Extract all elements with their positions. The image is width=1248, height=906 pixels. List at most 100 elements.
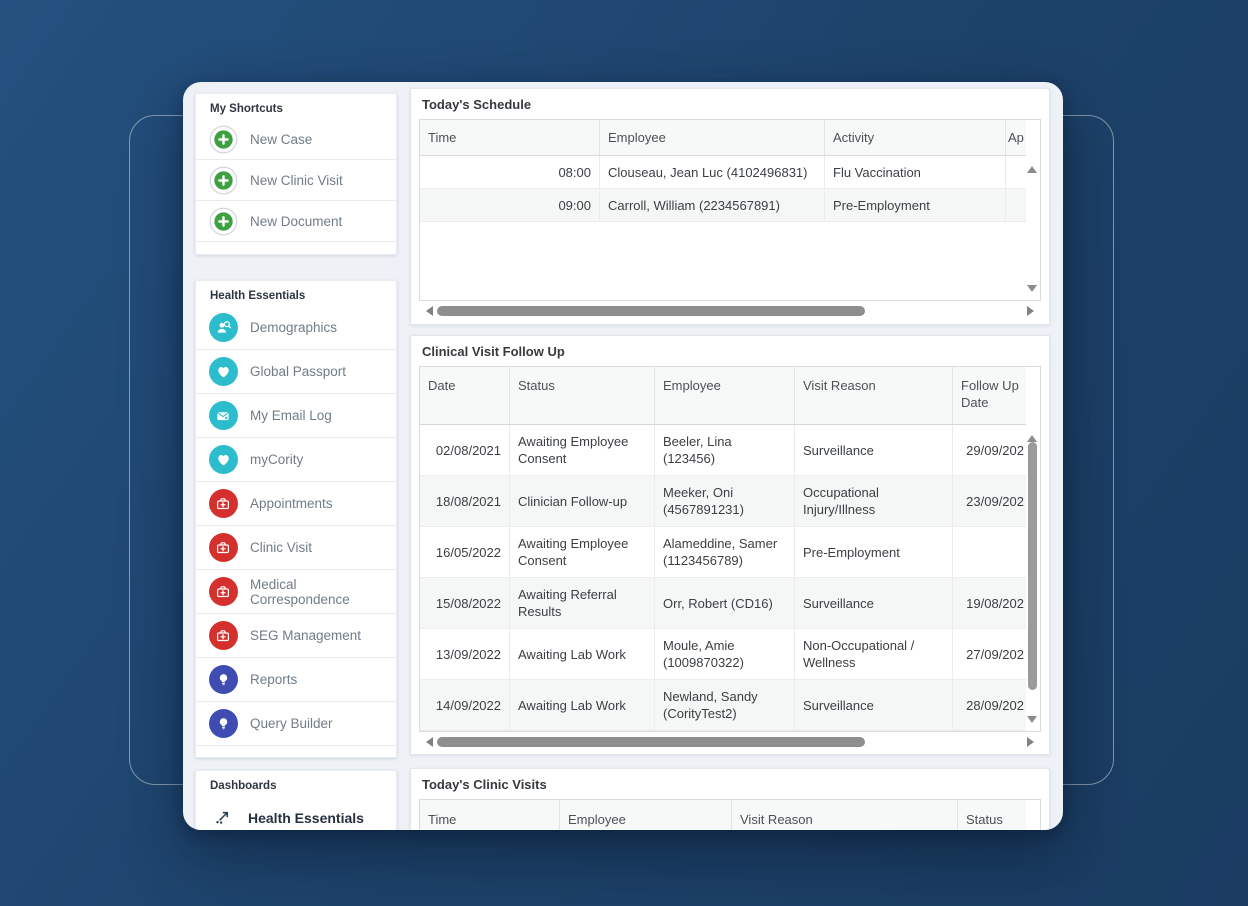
cell-employee: Alameddine, Samer (1123456789) <box>655 527 795 578</box>
sidebar-item-demographics[interactable]: Demographics <box>196 306 396 350</box>
column-header-status[interactable]: Status <box>510 367 655 425</box>
column-header-visit-reason[interactable]: Visit Reason <box>795 367 953 425</box>
panel-todays-clinic-visits: Today's Clinic Visits Time Employee Visi… <box>410 768 1050 830</box>
column-header-visit-reason[interactable]: Visit Reason <box>732 800 958 830</box>
cell-visit-reason: Occupational Injury/Illness <box>795 476 953 527</box>
cell-follow-up-date: 28/09/202 <box>953 680 1026 731</box>
sidebar-item-new-case[interactable]: New Case <box>196 119 396 160</box>
cell-date: 18/08/2021 <box>420 476 510 527</box>
shortcuts-card: My Shortcuts New Case New Clinic Visit N… <box>195 93 397 255</box>
plus-icon <box>208 124 238 154</box>
trend-chart-icon <box>208 803 238 831</box>
scroll-up-arrow[interactable] <box>1027 430 1037 442</box>
cell-visit-reason: Surveillance <box>795 425 953 476</box>
table-row[interactable]: 13/09/2022 Awaiting Lab Work Moule, Amie… <box>420 629 1040 680</box>
cell-employee: Clouseau, Jean Luc (4102496831) <box>600 156 825 189</box>
person-search-icon <box>208 313 238 343</box>
app-window: My Shortcuts New Case New Clinic Visit N… <box>183 82 1063 830</box>
column-header-employee[interactable]: Employee <box>560 800 732 830</box>
panel-todays-schedule: Today's Schedule Time Employee Activity … <box>410 88 1050 325</box>
dashboards-card: Dashboards Health Essentials <box>195 770 397 830</box>
scroll-left-arrow[interactable] <box>421 306 433 316</box>
sidebar-item-dashboard-health-essentials[interactable]: Health Essentials <box>196 796 396 830</box>
medical-bag-icon <box>208 577 238 607</box>
cell-status: Awaiting Lab Work <box>510 680 655 731</box>
cell-status: Awaiting Employee Consent <box>510 425 655 476</box>
sidebar-item-label: Global Passport <box>250 364 346 379</box>
panel-title: Today's Schedule <box>411 89 1049 119</box>
cell-date: 15/08/2022 <box>420 578 510 629</box>
sidebar-item-label: My Email Log <box>250 408 332 423</box>
health-essentials-title: Health Essentials <box>196 281 396 306</box>
column-header-employee[interactable]: Employee <box>600 120 825 156</box>
sidebar-item-new-document[interactable]: New Document <box>196 201 396 242</box>
sidebar-item-seg-management[interactable]: SEG Management <box>196 614 396 658</box>
sidebar-item-label: Query Builder <box>250 716 333 731</box>
column-header-employee[interactable]: Employee <box>655 367 795 425</box>
lightbulb-icon <box>208 665 238 695</box>
scroll-up-arrow[interactable] <box>1027 161 1037 173</box>
envelope-icon <box>208 401 238 431</box>
vertical-scrollbar[interactable] <box>1025 426 1040 730</box>
scroll-right-arrow[interactable] <box>1027 306 1039 316</box>
clinic-visits-table: Time Employee Visit Reason Status <box>419 799 1041 830</box>
cell-date: 16/05/2022 <box>420 527 510 578</box>
plus-icon <box>208 165 238 195</box>
sidebar-item-query-builder[interactable]: Query Builder <box>196 702 396 746</box>
medical-bag-icon <box>208 621 238 651</box>
cell-employee: Carroll, William (2234567891) <box>600 189 825 222</box>
sidebar-item-label: Health Essentials <box>248 810 364 826</box>
horizontal-scrollbar[interactable] <box>419 304 1041 319</box>
panel-title: Clinical Visit Follow Up <box>411 336 1049 366</box>
column-header-time[interactable]: Time <box>420 120 600 156</box>
horizontal-scrollbar[interactable] <box>419 735 1041 750</box>
column-header-status[interactable]: Status <box>958 800 1026 830</box>
sidebar-item-label: SEG Management <box>250 628 361 643</box>
sidebar-item-label: Demographics <box>250 320 337 335</box>
health-essentials-card: Health Essentials Demographics Global Pa… <box>195 280 397 758</box>
table-row[interactable]: 16/05/2022 Awaiting Employee Consent Ala… <box>420 527 1040 578</box>
cell-employee: Meeker, Oni (4567891231) <box>655 476 795 527</box>
table-row[interactable]: 09:00 Carroll, William (2234567891) Pre-… <box>420 189 1040 222</box>
sidebar-item-clinic-visit[interactable]: Clinic Visit <box>196 526 396 570</box>
column-header-ap[interactable]: Ap <box>1006 120 1026 156</box>
table-row[interactable]: 15/08/2022 Awaiting Referral Results Orr… <box>420 578 1040 629</box>
cell-employee: Newland, Sandy (CorityTest2) <box>655 680 795 731</box>
cell-follow-up-date: 23/09/202 <box>953 476 1026 527</box>
sidebar-item-new-clinic-visit[interactable]: New Clinic Visit <box>196 160 396 201</box>
plus-icon <box>208 206 238 236</box>
cell-visit-reason: Surveillance <box>795 578 953 629</box>
sidebar-item-mycority[interactable]: myCority <box>196 438 396 482</box>
column-header-time[interactable]: Time <box>420 800 560 830</box>
sidebar-item-appointments[interactable]: Appointments <box>196 482 396 526</box>
scroll-down-arrow[interactable] <box>1027 285 1037 297</box>
cell-status: Awaiting Lab Work <box>510 629 655 680</box>
cell-status: Clinician Follow-up <box>510 476 655 527</box>
cell-date: 14/09/2022 <box>420 680 510 731</box>
sidebar-item-medical-correspondence[interactable]: Medical Correspondence <box>196 570 396 614</box>
sidebar-item-my-email-log[interactable]: My Email Log <box>196 394 396 438</box>
scroll-down-arrow[interactable] <box>1027 716 1037 728</box>
column-header-follow-up-date[interactable]: Follow Up Date <box>953 367 1026 425</box>
cell-employee: Beeler, Lina (123456) <box>655 425 795 476</box>
cell-follow-up-date: 19/08/202 <box>953 578 1026 629</box>
column-header-date[interactable]: Date <box>420 367 510 425</box>
table-row[interactable]: 18/08/2021 Clinician Follow-up Meeker, O… <box>420 476 1040 527</box>
scrollbar-thumb[interactable] <box>1028 442 1037 690</box>
cell-status: Awaiting Referral Results <box>510 578 655 629</box>
scroll-left-arrow[interactable] <box>421 737 433 747</box>
table-row[interactable]: 08:00 Clouseau, Jean Luc (4102496831) Fl… <box>420 156 1040 189</box>
scrollbar-thumb[interactable] <box>437 306 865 316</box>
cell-time: 08:00 <box>420 156 600 189</box>
table-row[interactable]: 14/09/2022 Awaiting Lab Work Newland, Sa… <box>420 680 1040 731</box>
sidebar-item-label: Appointments <box>250 496 333 511</box>
sidebar-item-global-passport[interactable]: Global Passport <box>196 350 396 394</box>
scrollbar-thumb[interactable] <box>437 737 865 747</box>
scroll-right-arrow[interactable] <box>1027 737 1039 747</box>
column-header-activity[interactable]: Activity <box>825 120 1006 156</box>
table-row[interactable]: 02/08/2021 Awaiting Employee Consent Bee… <box>420 425 1040 476</box>
sidebar-item-reports[interactable]: Reports <box>196 658 396 702</box>
cell-follow-up-date <box>953 527 1026 578</box>
cell-visit-reason: Pre-Employment <box>795 527 953 578</box>
vertical-scrollbar[interactable] <box>1025 157 1040 299</box>
